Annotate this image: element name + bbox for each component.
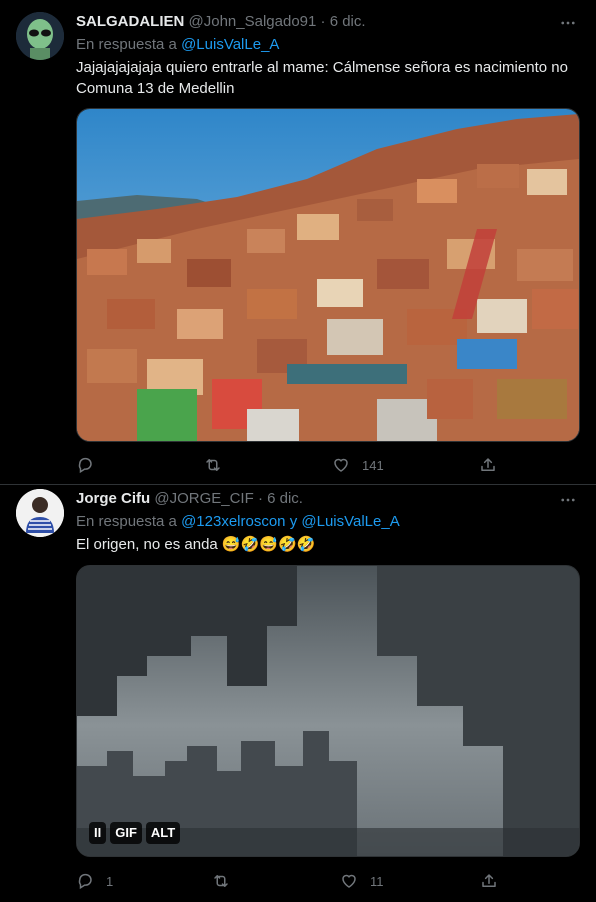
alien-avatar-icon (16, 12, 64, 60)
reply-button[interactable] (76, 455, 106, 475)
alt-badge[interactable]: ALT (145, 822, 181, 844)
more-icon (559, 491, 577, 509)
handle[interactable]: @JORGE_CIF (154, 490, 253, 507)
tweet-text: El origen, no es anda 😅🤣😅🤣🤣 (76, 536, 316, 553)
timestamp[interactable]: 6 dic. (267, 490, 303, 507)
share-icon (479, 456, 497, 474)
tweet-1[interactable]: SALGADALIEN @John_Salgado91 · 6 dic. En … (0, 0, 596, 484)
like-count: 141 (362, 457, 384, 473)
reply-context: En respuesta a @123xelroscon y @LuisValL… (76, 513, 400, 530)
reply-prefix: En respuesta a (76, 36, 177, 53)
tweet-gif[interactable]: II GIF ALT (76, 565, 580, 857)
gif-controls: II GIF ALT (89, 822, 181, 844)
reply-context: En respuesta a @LuisValLe_A (76, 36, 279, 53)
avatar-jorge[interactable] (16, 489, 64, 537)
reply-count: 1 (106, 873, 114, 889)
tweet-photo[interactable] (76, 108, 580, 442)
like-count: 11 (370, 873, 384, 889)
reply-joiner: y (289, 513, 298, 530)
retweet-button[interactable] (204, 455, 234, 475)
share-button[interactable] (480, 871, 498, 891)
share-button[interactable] (479, 455, 497, 475)
like-button[interactable]: 141 (332, 455, 384, 475)
person-avatar-icon (16, 489, 64, 537)
retweet-icon (204, 456, 222, 474)
more-button[interactable] (558, 490, 578, 510)
mention-link-2[interactable]: @LuisValLe_A (301, 513, 399, 530)
reply-icon (76, 872, 94, 890)
display-name[interactable]: SALGADALIEN (76, 13, 184, 30)
tweet-actions: 141 (76, 455, 576, 475)
reply-button[interactable]: 1 (76, 871, 113, 891)
comuna-13-photo (77, 109, 579, 441)
share-icon (480, 872, 498, 890)
like-button[interactable]: 11 (340, 871, 384, 891)
tweet-header: SALGADALIEN @John_Salgado91 · 6 dic. (76, 13, 366, 30)
avatar-alien[interactable] (16, 12, 64, 60)
mention-link[interactable]: @LuisValLe_A (181, 36, 279, 53)
more-icon (559, 14, 577, 32)
handle[interactable]: @John_Salgado91 (189, 13, 317, 30)
like-icon (332, 456, 350, 474)
like-icon (340, 872, 358, 890)
tweet-text: Jajajajajajaja quiero entrarle al mame: … (76, 59, 568, 97)
mention-link[interactable]: @123xelroscon (181, 513, 285, 530)
tweet-actions: 1 11 (76, 871, 576, 891)
reply-prefix: En respuesta a (76, 513, 177, 530)
separator: · (257, 490, 263, 507)
tweet-2[interactable]: Jorge Cifu @JORGE_CIF · 6 dic. En respue… (0, 484, 596, 902)
reply-icon (76, 456, 94, 474)
inverted-city-gif (77, 566, 579, 856)
tweet-header: Jorge Cifu @JORGE_CIF · 6 dic. (76, 490, 303, 507)
retweet-button[interactable] (212, 871, 242, 891)
pause-button[interactable]: II (89, 822, 107, 844)
more-button[interactable] (558, 13, 578, 33)
timestamp[interactable]: 6 dic. (330, 13, 366, 30)
retweet-icon (212, 872, 230, 890)
separator: · (320, 13, 326, 30)
display-name[interactable]: Jorge Cifu (76, 490, 150, 507)
gif-badge: GIF (110, 822, 142, 844)
